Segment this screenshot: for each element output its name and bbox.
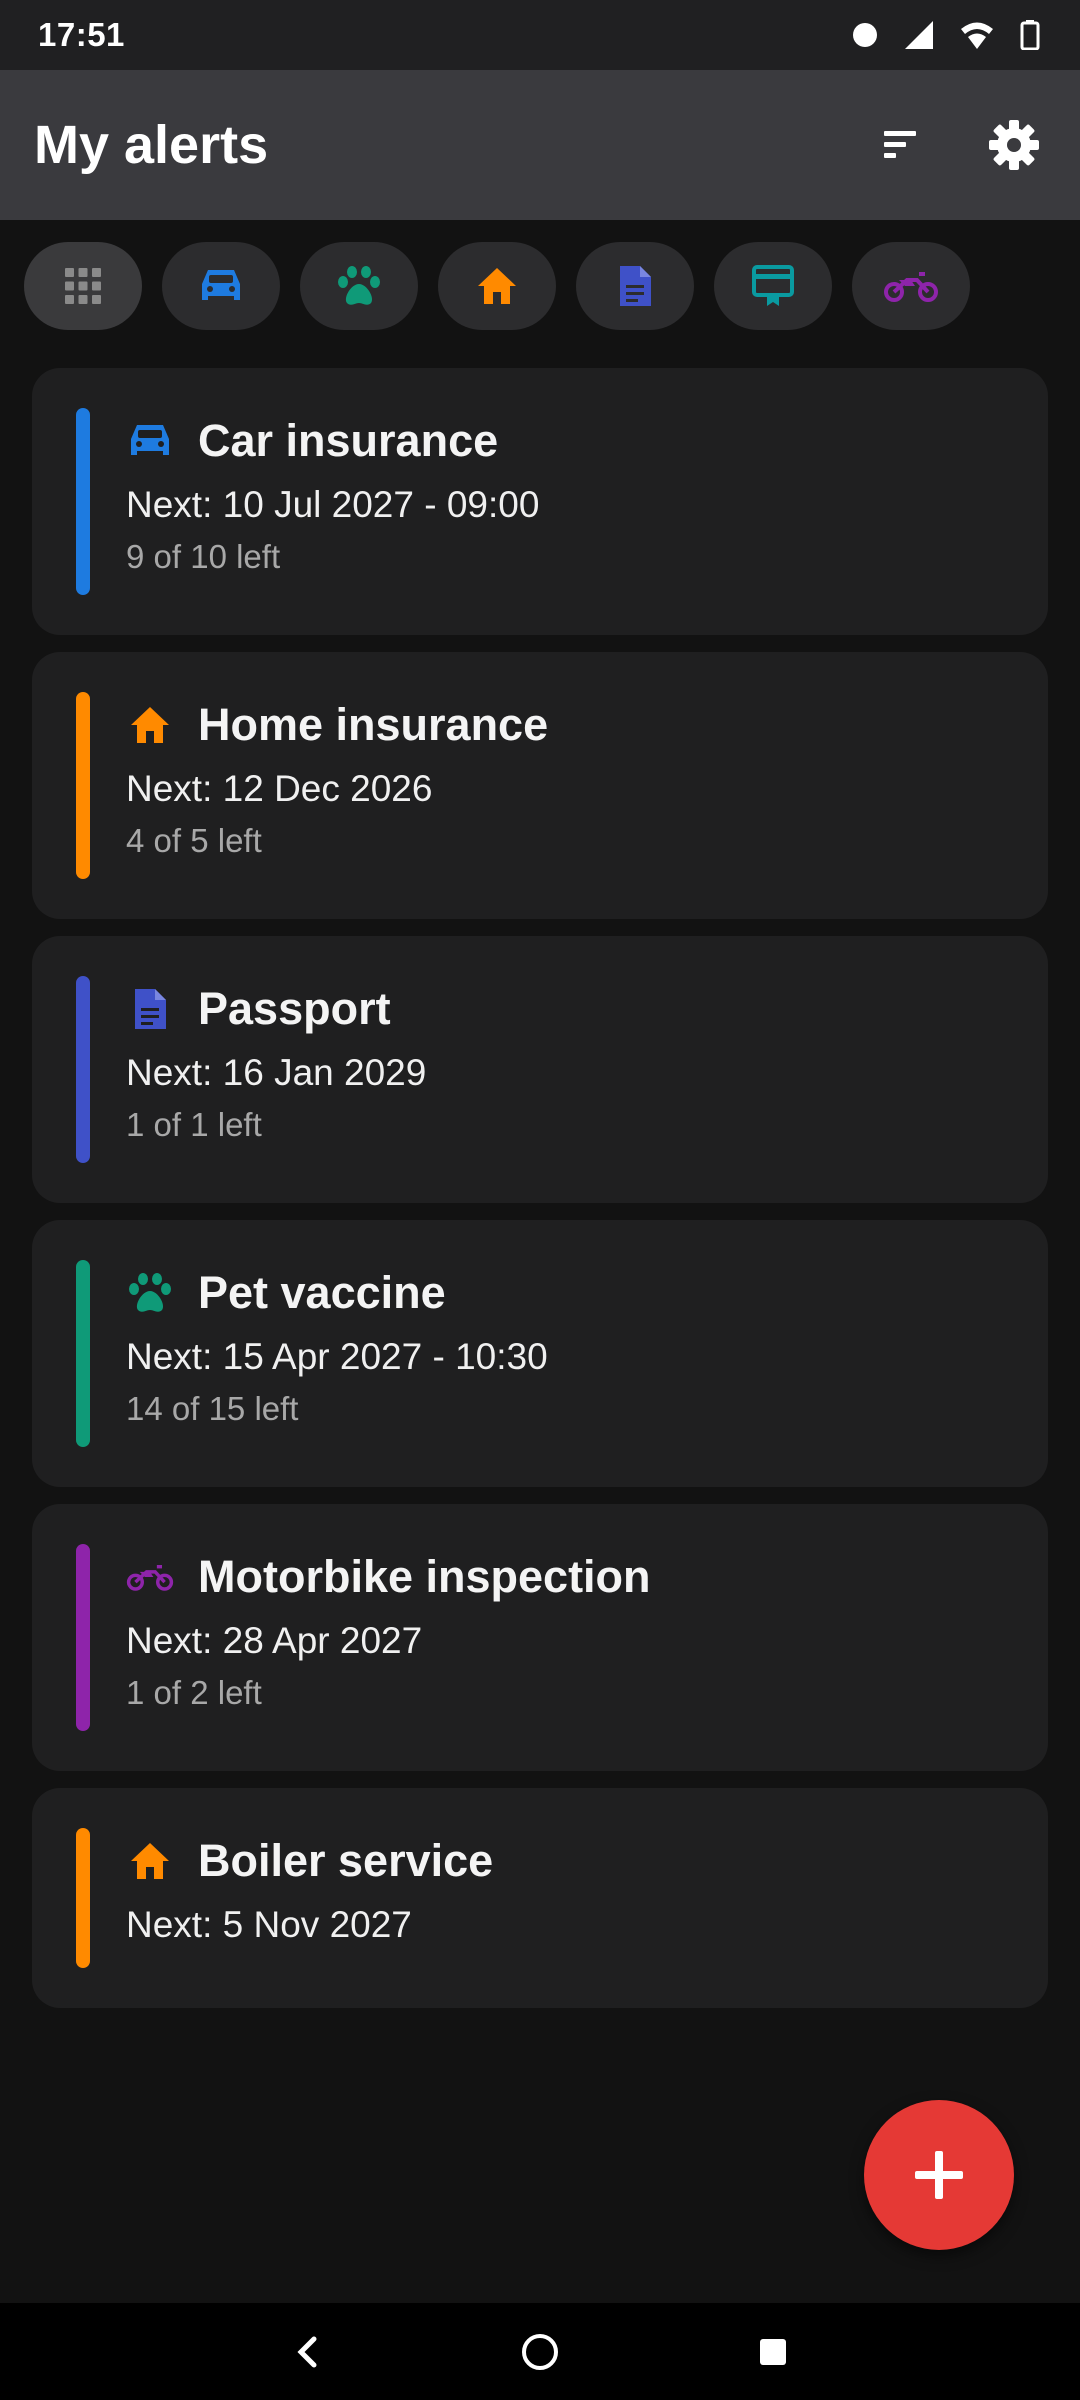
alert-next-date: Next: 28 Apr 2027 — [126, 1620, 423, 1661]
sort-button[interactable] — [868, 113, 932, 177]
alert-remaining: 1 of 2 left — [126, 1674, 262, 1711]
app-bar-actions — [868, 113, 1046, 177]
recents-button[interactable] — [733, 2312, 813, 2392]
alert-accent-bar — [76, 1828, 90, 1968]
status-bar: 17:51 — [0, 0, 1080, 70]
filter-chip-all[interactable] — [24, 242, 142, 330]
alert-next-date: Next: 5 Nov 2027 — [126, 1904, 412, 1945]
alert-remaining: 9 of 10 left — [126, 538, 281, 575]
signal-icon — [904, 20, 934, 50]
motorbike-icon — [884, 272, 938, 302]
app-bar: My alerts — [0, 70, 1080, 220]
home-icon — [478, 268, 516, 304]
paw-icon — [126, 1269, 174, 1317]
alert-remaining: 1 of 1 left — [126, 1106, 262, 1143]
alert-card-car-insurance[interactable]: Car insurance Next: 10 Jul 2027 - 09:00 … — [32, 368, 1048, 635]
alert-accent-bar — [76, 692, 90, 879]
plus-icon — [915, 2151, 963, 2199]
system-navigation-bar — [0, 2303, 1080, 2400]
alert-remaining: 14 of 15 left — [126, 1390, 299, 1427]
back-button[interactable] — [267, 2312, 347, 2392]
alert-card-pet-vaccine[interactable]: Pet vaccine Next: 15 Apr 2027 - 10:30 14… — [32, 1220, 1048, 1487]
document-icon — [126, 985, 174, 1033]
home-icon — [126, 1837, 174, 1885]
car-icon — [126, 417, 174, 465]
alert-card-passport[interactable]: Passport Next: 16 Jan 2029 1 of 1 left — [32, 936, 1048, 1203]
filter-chip-document[interactable] — [576, 242, 694, 330]
battery-icon — [1020, 20, 1040, 50]
home-button[interactable] — [500, 2312, 580, 2392]
add-alert-button[interactable] — [864, 2100, 1014, 2250]
home-circle-icon — [521, 2333, 558, 2370]
home-icon — [126, 701, 174, 749]
recents-square-icon — [760, 2338, 787, 2365]
alert-title: Boiler service — [198, 1835, 494, 1886]
alert-next-date: Next: 15 Apr 2027 - 10:30 — [126, 1336, 548, 1377]
page-title: My alerts — [34, 115, 269, 175]
settings-button[interactable] — [982, 113, 1046, 177]
alert-next-date: Next: 12 Dec 2026 — [126, 768, 433, 809]
alert-card-home-insurance[interactable]: Home insurance Next: 12 Dec 2026 4 of 5 … — [32, 652, 1048, 919]
alert-remaining: 4 of 5 left — [126, 822, 262, 859]
alert-accent-bar — [76, 1544, 90, 1731]
alert-accent-bar — [76, 408, 90, 595]
filter-chip-car[interactable] — [162, 242, 280, 330]
alert-card-boiler-service[interactable]: Boiler service Next: 5 Nov 2027 — [32, 1788, 1048, 2008]
alert-card-motorbike-inspection[interactable]: Motorbike inspection Next: 28 Apr 2027 1… — [32, 1504, 1048, 1771]
wifi-icon — [960, 20, 994, 50]
filter-chip-card[interactable] — [714, 242, 832, 330]
settings-gear-icon — [989, 120, 1039, 170]
alert-accent-bar — [76, 976, 90, 1163]
filter-chip-motorbike[interactable] — [852, 242, 970, 330]
grid-icon — [65, 268, 101, 304]
alert-title: Car insurance — [198, 415, 499, 466]
status-time: 17:51 — [38, 16, 125, 53]
alert-title: Passport — [198, 983, 391, 1034]
document-icon — [620, 266, 651, 306]
status-icons — [852, 20, 1040, 50]
car-icon — [202, 270, 240, 300]
filter-chip-pet[interactable] — [300, 242, 418, 330]
card-icon — [752, 265, 794, 306]
alert-next-date: Next: 16 Jan 2029 — [126, 1052, 427, 1093]
alert-title: Home insurance — [198, 699, 549, 750]
alert-accent-bar — [76, 1260, 90, 1447]
filter-chip-home[interactable] — [438, 242, 556, 330]
back-icon — [297, 2336, 317, 2367]
category-filter-chips — [24, 242, 970, 330]
alert-next-date: Next: 10 Jul 2027 - 09:00 — [126, 484, 540, 525]
paw-icon — [338, 266, 380, 305]
motorbike-icon — [126, 1553, 174, 1601]
alert-list: Car insurance Next: 10 Jul 2027 - 09:00 … — [32, 368, 1048, 2008]
sort-icon — [884, 131, 916, 158]
alert-title: Pet vaccine — [198, 1267, 446, 1318]
alert-title: Motorbike inspection — [198, 1551, 651, 1602]
notification-dot-icon — [852, 22, 878, 48]
